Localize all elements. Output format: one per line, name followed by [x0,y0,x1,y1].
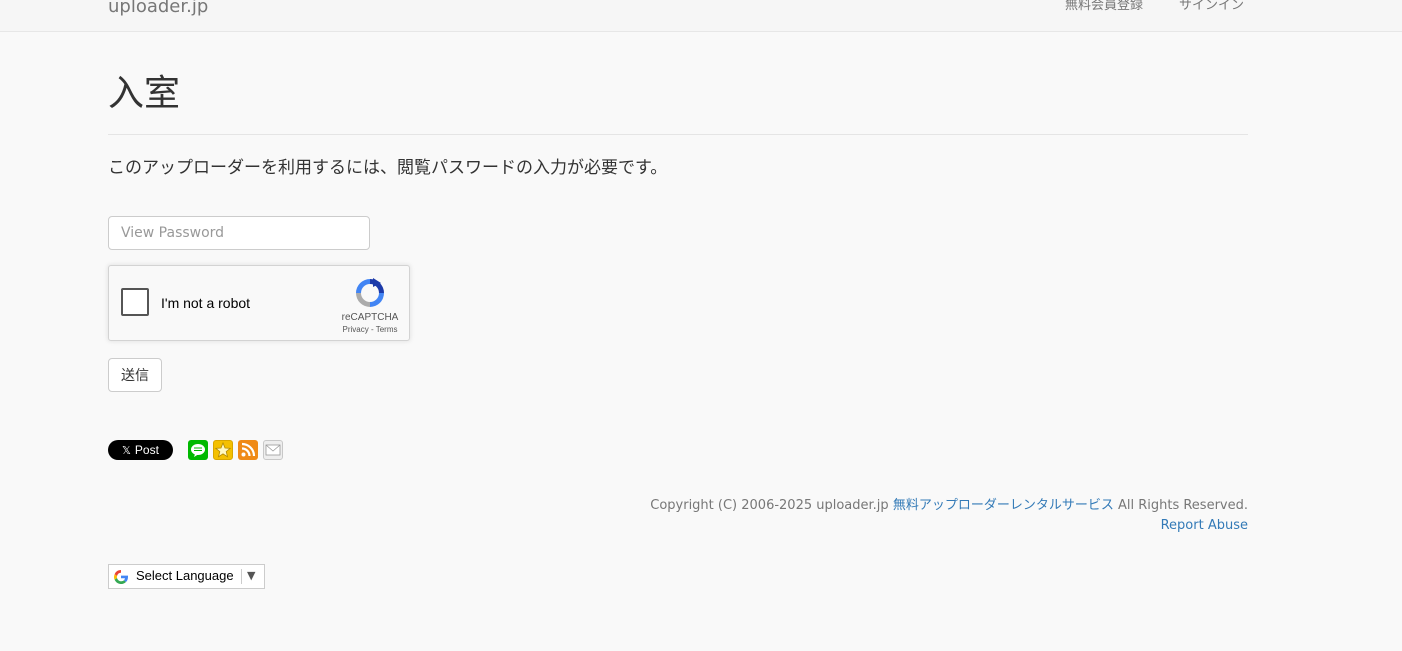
recaptcha-label: I'm not a robot [161,295,251,311]
recaptcha-widget: I'm not a robot reCAPTCHA Privacy - Term… [108,265,410,341]
rss-icon[interactable] [238,440,258,460]
report-abuse-link[interactable]: Report Abuse [900,516,1248,536]
recaptcha-link-separator: - [368,325,376,334]
chevron-down-icon: ▼ [247,569,256,582]
rental-service-link[interactable]: 無料アップローダーレンタルサービス [893,498,1114,513]
title-divider [108,134,1248,135]
x-logo-icon: 𝕏 [122,445,131,457]
navbar: uploader.jp 無料会員登録 サインイン [0,0,1402,32]
submit-button[interactable]: 送信 [108,358,162,392]
recaptcha-terms-link[interactable]: Terms [376,325,398,334]
recaptcha-logo-icon [356,278,384,307]
x-post-label: Post [134,443,159,457]
language-select-divider [241,569,242,584]
google-icon [114,570,129,585]
recaptcha-links: Privacy - Terms [335,325,405,335]
star-icon[interactable] [213,440,233,460]
intro-text: このアップローダーを利用するには、閲覧パスワードの入力が必要です。 [108,158,668,178]
nav-register-link[interactable]: 無料会員登録 [1065,0,1143,16]
x-post-button[interactable]: 𝕏 Post [108,440,173,460]
copyright-suffix: All Rights Reserved. [1113,498,1248,513]
view-password-input[interactable] [108,216,370,250]
language-select[interactable]: Select Language ▼ [108,564,265,589]
copyright-prefix: Copyright (C) 2006-2025 uploader.jp [650,498,893,513]
recaptcha-privacy-link[interactable]: Privacy [343,325,369,334]
copyright-text: Copyright (C) 2006-2025 uploader.jp 無料アッ… [540,496,1248,516]
mail-icon[interactable] [263,440,283,460]
brand-link[interactable]: uploader.jp [108,0,208,19]
page-title: 入室 [108,73,181,114]
nav-signin-link[interactable]: サインイン [1179,0,1244,16]
recaptcha-checkbox[interactable] [121,288,149,316]
line-icon[interactable] [188,440,208,460]
language-select-label: Select Language [136,568,234,583]
recaptcha-brand: reCAPTCHA [341,312,399,323]
